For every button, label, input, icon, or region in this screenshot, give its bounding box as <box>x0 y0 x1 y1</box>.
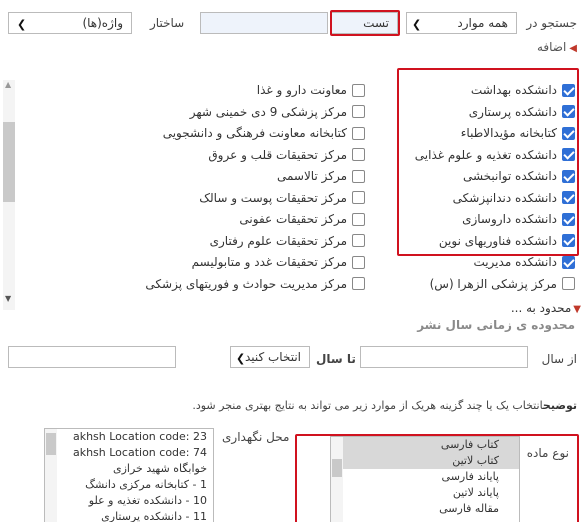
checkbox[interactable] <box>352 83 365 97</box>
limit-label: محدود به ... <box>510 301 572 315</box>
location-option[interactable]: akhsh Location code: 74 <box>45 445 213 461</box>
chevron-down-icon: ❯ <box>412 18 422 31</box>
checkbox[interactable] <box>562 255 575 269</box>
checkbox[interactable] <box>352 148 365 161</box>
library-item[interactable]: مرکز تحقیقات علوم رفتاری <box>210 231 365 251</box>
material-listbox[interactable]: کتاب فارسی کتاب لاتین پایاند فارسی پایاند ل… <box>330 436 520 522</box>
location-option[interactable]: خوابگاه شهید خرازی <box>45 461 213 477</box>
library-item-label: دانشکده مدیریت <box>473 255 557 269</box>
material-option[interactable]: کتاب فارسی <box>331 437 519 453</box>
library-item[interactable]: مرکز مدیریت حوادث و فوریتهای پزشکی <box>145 274 365 294</box>
structure-input[interactable] <box>200 12 328 34</box>
location-option[interactable]: 10 - دانشکده تغذیه و علو <box>45 493 213 509</box>
location-listbox[interactable]: akhsh Location code: 23 akhsh Location co… <box>44 428 214 522</box>
library-item[interactable]: مرکز تحقیقات غدد و متابولیسم <box>192 252 365 272</box>
library-item-label: مرکز تحقیقات قلب و عروق <box>208 147 347 162</box>
location-option[interactable]: 1 - کتابخانه مرکزی دانشگ <box>45 477 213 493</box>
library-item-label: مرکز پزشکی الزهرا (س) <box>429 276 557 291</box>
library-item[interactable]: مرکز تحقیقات عفونی <box>239 209 365 229</box>
location-label: محل نگهداری <box>222 430 290 444</box>
scrollbar-thumb[interactable] <box>3 122 15 202</box>
library-item[interactable]: مرکز تالاسمی <box>277 166 365 186</box>
to-year-label: تا سال <box>316 352 356 366</box>
to-year-select-value: انتخاب کنید <box>244 350 301 364</box>
hint-body: انتخاب یک یا چند گزینه هریک از موارد زیر… <box>192 399 543 412</box>
checkbox[interactable] <box>352 234 365 247</box>
triangle-left-icon: ◀ <box>569 43 577 54</box>
scroll-down-icon[interactable]: ▼ <box>5 294 11 303</box>
library-item-label: مرکز تحقیقات عفونی <box>239 212 347 226</box>
chevron-down-icon: ❯ <box>236 352 246 365</box>
checkbox[interactable] <box>352 126 365 140</box>
checkbox[interactable] <box>352 105 365 118</box>
query-highlight-box <box>330 10 400 36</box>
material-label: نوع ماده <box>526 446 569 460</box>
limit-toggle[interactable]: ▼محدود به ... <box>511 301 581 315</box>
hint-title: توضیح <box>542 399 577 412</box>
library-item[interactable]: مرکز تحقیقات قلب و عروق <box>208 145 365 165</box>
scope-select-value: همه موارد <box>457 16 508 30</box>
checkbox[interactable] <box>562 277 575 290</box>
to-year-input[interactable] <box>8 346 176 368</box>
library-item-label: مرکز تحقیقات علوم رفتاری <box>209 233 347 248</box>
triangle-down-icon: ▼ <box>573 304 581 315</box>
publish-range-heading: محدوده ی زمانی سال نشر <box>417 318 575 332</box>
material-option[interactable]: پایاند فارسی <box>331 469 519 485</box>
library-item-label: مرکز پزشکی 9 دی خمینی شهر <box>189 104 347 119</box>
hint-text: توضیحانتخاب یک یا چند گزینه هریک از موار… <box>192 399 577 412</box>
word-select-value: واژه(ها) <box>82 16 123 30</box>
checkbox[interactable] <box>352 191 365 204</box>
library-item[interactable]: مرکز پزشکی الزهرا (س) <box>430 274 575 294</box>
scroll-up-icon[interactable]: ▲ <box>5 80 11 89</box>
library-item[interactable]: مرکز پزشکی 9 دی خمینی شهر <box>190 102 365 122</box>
add-link-label: اضافه <box>536 40 567 54</box>
library-item-label: کتابخانه معاونت فرهنگی و دانشجویی <box>162 126 347 140</box>
material-option[interactable]: مقاله فارسی <box>331 501 519 517</box>
library-item-label: مرکز مدیریت حوادث و فوریتهای پزشکی <box>145 276 347 291</box>
to-year-select[interactable]: انتخاب کنید ❯ <box>230 346 310 368</box>
location-scrollbar[interactable] <box>45 429 57 522</box>
libraries-highlight-box <box>397 68 579 256</box>
material-option[interactable]: کتاب لاتین <box>331 453 519 469</box>
material-option[interactable]: پایاند لاتین <box>331 485 519 501</box>
material-scrollbar[interactable] <box>331 437 343 522</box>
structure-label: ساختار <box>150 16 185 30</box>
library-item-label: مرکز تحقیقات پوست و سالک <box>199 190 347 205</box>
library-item-label: مرکز تحقیقات غدد و متابولیسم <box>191 255 347 269</box>
add-link[interactable]: ◀اضافه <box>537 40 577 54</box>
checkbox[interactable] <box>352 277 365 290</box>
scope-select[interactable]: همه موارد ❯ <box>406 12 517 34</box>
word-select[interactable]: واژه(ها) ❯ <box>8 12 132 34</box>
library-item[interactable]: مرکز تحقیقات پوست و سالک <box>199 188 365 208</box>
panel-scrollbar[interactable]: ▲ ▼ <box>0 80 18 310</box>
library-item[interactable]: کتابخانه معاونت فرهنگی و دانشجویی <box>163 123 365 143</box>
library-item-label: مرکز تالاسمی <box>276 169 347 183</box>
chevron-down-icon: ❯ <box>17 18 27 31</box>
checkbox[interactable] <box>352 212 365 226</box>
library-item[interactable]: معاونت دارو و غذا <box>257 80 365 100</box>
library-item-label: معاونت دارو و غذا <box>256 83 347 97</box>
checkbox[interactable] <box>352 169 365 183</box>
from-year-label: از سال <box>541 352 577 366</box>
location-option[interactable]: akhsh Location code: 23 <box>45 429 213 445</box>
year-row: از سال تا سال انتخاب کنید ❯ <box>0 346 585 372</box>
search-in-label: جستجو در <box>526 16 577 30</box>
location-option[interactable]: 11 - دانشکده پرستاری <box>45 509 213 522</box>
checkbox[interactable] <box>352 255 365 269</box>
from-year-input[interactable] <box>360 346 528 368</box>
